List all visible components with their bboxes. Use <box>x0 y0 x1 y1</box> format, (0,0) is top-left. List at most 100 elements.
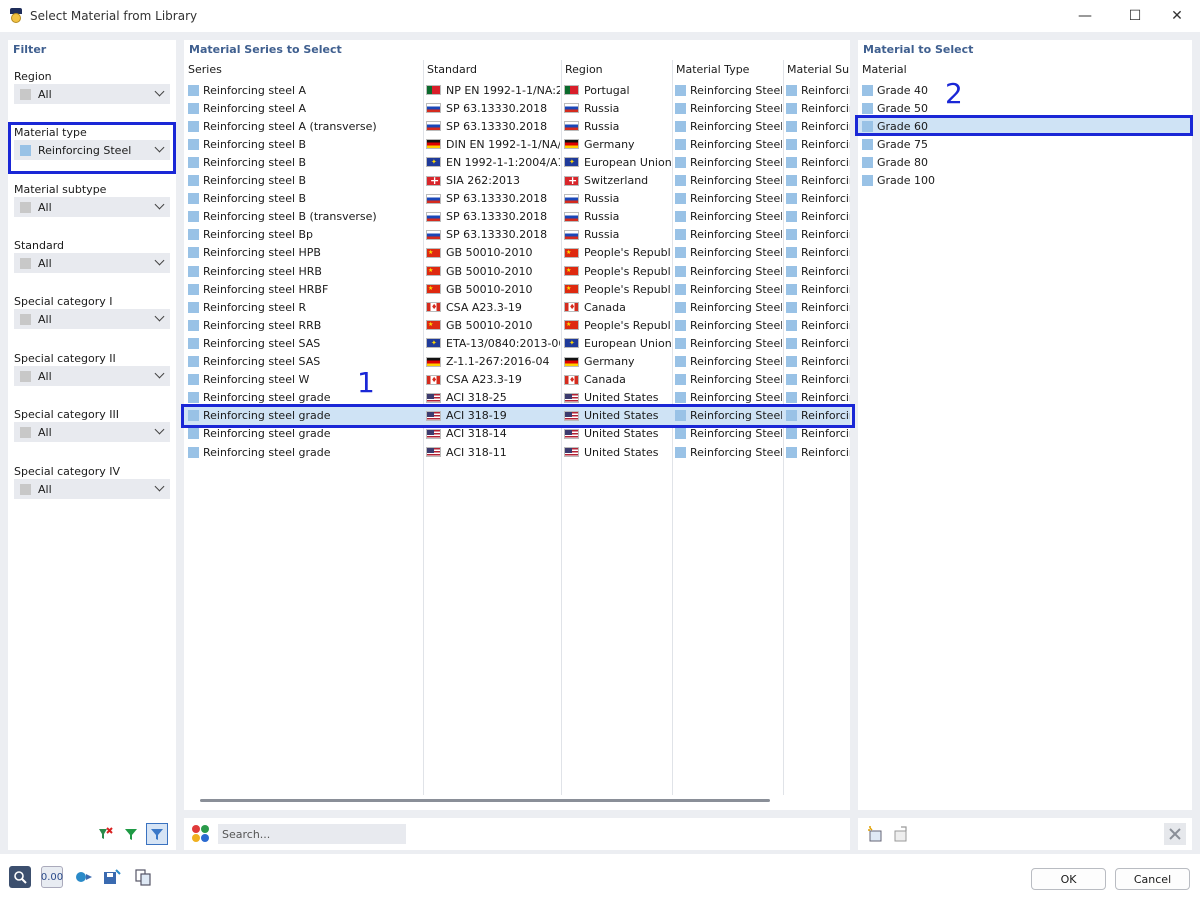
series-name: Reinforcing steel HPB <box>203 246 321 260</box>
subtype-cell: Reinforcin <box>786 262 850 280</box>
series-row[interactable]: Reinforcing steel B SP 63.13330.2018 Russi… <box>184 190 850 208</box>
minimize-button[interactable]: — <box>1062 0 1108 32</box>
help-icon[interactable] <box>9 866 31 888</box>
col-region[interactable]: Region <box>565 63 603 76</box>
subtype-cell: Reinforcin <box>786 298 850 316</box>
series-cell: Reinforcing steel A <box>188 81 420 99</box>
horizontal-scrollbar[interactable] <box>200 799 770 802</box>
filter-label-special-category-iii: Special category III <box>14 408 119 421</box>
display-icon[interactable] <box>73 866 95 888</box>
series-row[interactable]: Reinforcing steel A NP EN 1992-1-1/NA:20.… <box>184 81 850 99</box>
new-material-icon[interactable] <box>864 823 886 845</box>
flag-icon <box>564 85 579 95</box>
region-name: European Union <box>584 336 671 350</box>
series-row[interactable]: Reinforcing steel RRB GB 50010-2010 People… <box>184 316 850 334</box>
chevron-down-icon[interactable] <box>154 87 166 99</box>
region-cell: Russia <box>564 99 671 117</box>
cancel-button[interactable]: Cancel <box>1115 868 1190 890</box>
region-name: People's Republ... <box>584 282 671 296</box>
filter-select-region[interactable]: All <box>14 84 170 104</box>
material-subtype: Reinforcin <box>801 246 850 260</box>
material-swatch <box>675 356 686 367</box>
region-cell: Russia <box>564 190 671 208</box>
material-row[interactable]: Grade 75 <box>858 135 1192 153</box>
material-row[interactable]: Grade 80 <box>858 153 1192 171</box>
flag-icon <box>426 320 441 331</box>
standard-cell: GB 50010-2010 <box>426 262 560 280</box>
series-row[interactable]: Reinforcing steel HRBF GB 50010-2010 Peopl… <box>184 280 850 298</box>
series-name: Reinforcing steel R <box>203 300 307 314</box>
region-cell: People's Republ... <box>564 244 671 262</box>
col-material-type[interactable]: Material Type <box>676 63 749 76</box>
edit-material-icon[interactable] <box>890 823 912 845</box>
units-icon[interactable]: 0.00 <box>41 866 63 888</box>
material-row[interactable]: Grade 40 <box>858 81 1192 99</box>
series-cell: Reinforcing steel W <box>188 371 420 389</box>
filter-select-special-category-ii[interactable]: All <box>14 366 170 386</box>
col-material-subtype[interactable]: Material Subt <box>787 63 850 76</box>
material-swatch <box>675 392 686 404</box>
delete-icon[interactable] <box>1164 823 1186 845</box>
type-cell: Reinforcing Steel <box>675 371 782 389</box>
clear-filter-icon[interactable] <box>94 823 116 845</box>
filter-select-standard[interactable]: All <box>14 253 170 273</box>
filter-active-icon[interactable] <box>146 823 168 845</box>
material-swatch <box>188 211 199 223</box>
series-name: Reinforcing steel B (transverse) <box>203 210 377 224</box>
filter-green-icon[interactable] <box>120 823 142 845</box>
maximize-button[interactable]: ☐ <box>1112 0 1158 32</box>
material-subtype: Reinforcin <box>801 101 850 115</box>
chevron-down-icon[interactable] <box>154 200 166 212</box>
ok-button[interactable]: OK <box>1031 868 1106 890</box>
col-standard[interactable]: Standard <box>427 63 477 76</box>
series-row[interactable]: Reinforcing steel grade ACI 318-11 United … <box>184 443 850 461</box>
subtype-cell: Reinforcin <box>786 81 850 99</box>
region-name: Russia <box>584 192 620 206</box>
col-series[interactable]: Series <box>188 63 222 76</box>
series-name: Reinforcing steel grade <box>203 445 331 459</box>
standard-name: NP EN 1992-1-1/NA:20... <box>446 83 560 97</box>
filter-select-special-category-iii[interactable]: All <box>14 422 170 442</box>
chevron-down-icon[interactable] <box>154 482 166 494</box>
series-row[interactable]: Reinforcing steel HPB GB 50010-2010 People… <box>184 244 850 262</box>
material-type: Reinforcing Steel <box>690 300 782 314</box>
series-row[interactable]: Reinforcing steel A (transverse) SP 63.13… <box>184 117 850 135</box>
filter-select-special-category-i[interactable]: All <box>14 309 170 329</box>
series-row[interactable]: Reinforcing steel B EN 1992-1-1:2004/A1:2… <box>184 153 850 171</box>
series-row[interactable]: Reinforcing steel SAS ETA-13/0840:2013-06… <box>184 334 850 352</box>
series-name: Reinforcing steel SAS <box>203 355 321 368</box>
series-row[interactable]: Reinforcing steel A SP 63.13330.2018 Russi… <box>184 99 850 117</box>
filter-select-special-category-iv[interactable]: All <box>14 479 170 499</box>
series-row[interactable]: Reinforcing steel Bp SP 63.13330.2018 Russ… <box>184 226 850 244</box>
series-row[interactable]: Reinforcing steel R CSA A23.3-19 Canada Rei… <box>184 298 850 316</box>
material-row[interactable]: Grade 100 <box>858 172 1192 190</box>
series-row[interactable]: Reinforcing steel B SIA 262:2013 Switzerla… <box>184 172 850 190</box>
search-input[interactable] <box>218 824 406 844</box>
series-row[interactable]: Reinforcing steel HRB GB 50010-2010 People… <box>184 262 850 280</box>
type-cell: Reinforcing Steel <box>675 334 782 352</box>
filter-label-special-category-ii: Special category II <box>14 352 116 365</box>
material-swatch <box>786 156 797 168</box>
color-swatch <box>20 313 31 325</box>
material-name: Grade 100 <box>877 174 936 187</box>
material-swatch <box>786 392 797 404</box>
material-name: Grade 80 <box>877 155 929 169</box>
col-material[interactable]: Material <box>862 63 907 76</box>
chevron-down-icon[interactable] <box>154 369 166 381</box>
copy-icon[interactable] <box>132 866 154 888</box>
close-button[interactable]: ✕ <box>1154 0 1200 32</box>
save-icon[interactable] <box>101 866 123 888</box>
chevron-down-icon[interactable] <box>154 256 166 268</box>
standard-cell: GB 50010-2010 <box>426 280 560 298</box>
series-row[interactable]: Reinforcing steel SAS Z-1.1-267:2016-04 Ge… <box>184 353 850 371</box>
chevron-down-icon[interactable] <box>154 425 166 437</box>
filter-select-material-subtype[interactable]: All <box>14 197 170 217</box>
series-row[interactable]: Reinforcing steel W CSA A23.3-19 Canada Rei… <box>184 371 850 389</box>
series-row[interactable]: Reinforcing steel B DIN EN 1992-1-1/NA/A.… <box>184 135 850 153</box>
color-filter-icon[interactable] <box>190 823 212 845</box>
flag-icon <box>426 247 441 258</box>
series-row[interactable]: Reinforcing steel B (transverse) SP 63.13… <box>184 208 850 226</box>
region-cell: Germany <box>564 353 671 371</box>
chevron-down-icon[interactable] <box>154 312 166 324</box>
flag-icon <box>426 103 441 114</box>
